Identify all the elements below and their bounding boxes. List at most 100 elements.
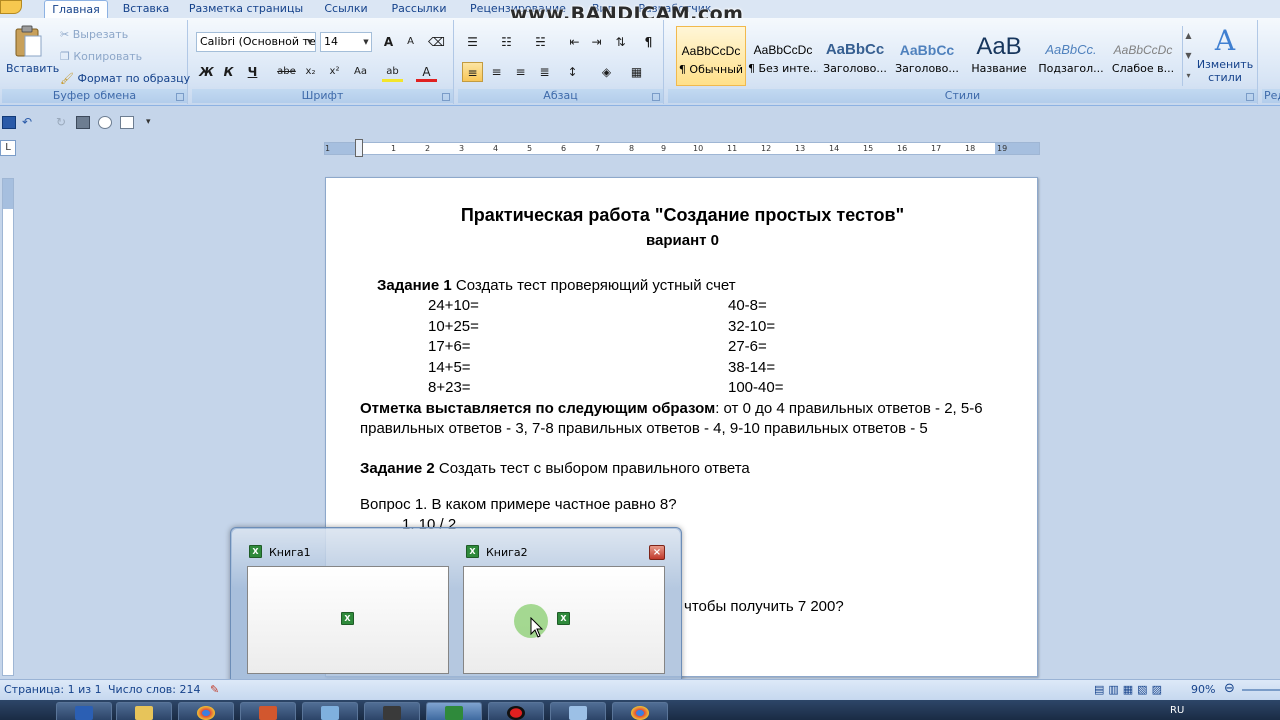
taskbar-app[interactable] <box>550 702 606 720</box>
grading-bold: Отметка выставляется по следующим образо… <box>360 400 716 417</box>
style-subtitle[interactable]: AaBbCc. Подзагол... <box>1036 26 1106 86</box>
page-count[interactable]: Страница: 1 из 1 <box>4 683 102 696</box>
undo-icon[interactable]: ↶ <box>22 116 36 129</box>
style-name: Подзагол... <box>1038 62 1104 75</box>
paragraph-launcher[interactable] <box>652 93 660 101</box>
font-launcher[interactable] <box>442 93 450 101</box>
horizontal-ruler[interactable]: 1 1 2 3 4 5 6 7 8 9 10 11 12 13 14 15 16… <box>324 139 1040 157</box>
sort-button[interactable]: ⇅ <box>610 32 631 52</box>
left-margin-area <box>325 143 359 154</box>
paste-button[interactable]: Вставить <box>6 22 59 86</box>
multilevel-list-button[interactable]: ☵ <box>530 32 551 52</box>
taskbar-excel[interactable] <box>426 702 482 720</box>
redo-icon[interactable]: ↻ <box>56 116 70 129</box>
font-color-button[interactable]: A <box>416 62 437 82</box>
taskbar-word[interactable] <box>56 702 112 720</box>
style-heading2[interactable]: AaBbCc Заголово... <box>892 26 962 86</box>
exercise-left: 10+25= <box>428 318 479 335</box>
tab-home[interactable]: Главная <box>44 0 108 18</box>
word-count[interactable]: Число слов: 214 <box>108 683 201 696</box>
app-icon <box>383 706 401 720</box>
print-preview-icon[interactable] <box>98 116 112 129</box>
save-icon[interactable] <box>2 116 16 129</box>
line-spacing-button[interactable]: ↕ <box>562 62 583 82</box>
strikethrough-button[interactable]: abe <box>276 62 297 82</box>
thumbnail-book2[interactable]: X <box>463 566 665 674</box>
font-size-select[interactable]: 14 ▼ <box>320 32 372 52</box>
align-right-button[interactable]: ≡ <box>510 62 531 82</box>
change-styles-button[interactable]: A Изменить стили <box>1196 24 1254 88</box>
align-left-button[interactable]: ≡ <box>462 62 483 82</box>
zoom-slider[interactable] <box>1242 689 1280 691</box>
font-family-select[interactable]: Calibri (Основной те ▼ <box>196 32 316 52</box>
print-icon[interactable] <box>76 116 90 129</box>
taskbar-recorder[interactable] <box>488 702 544 720</box>
change-case-button[interactable]: Aa <box>350 62 371 82</box>
task1-line: Задание 1 Создать тест проверяющий устны… <box>377 277 736 295</box>
decrease-indent-button[interactable]: ⇤ <box>564 32 585 52</box>
format-painter-button[interactable]: 🖌 Формат по образцу <box>60 72 190 85</box>
first-line-indent-marker[interactable] <box>355 139 363 157</box>
new-document-icon[interactable] <box>120 116 134 129</box>
zoom-out-icon[interactable]: ⊖ <box>1224 681 1235 696</box>
styles-scroll[interactable]: ▲ ▼ ▾ <box>1182 26 1194 86</box>
justify-button[interactable]: ≣ <box>534 62 555 82</box>
styles-launcher[interactable] <box>1246 93 1254 101</box>
align-left-icon: ≡ <box>467 66 478 80</box>
copy-button[interactable]: ❐ Копировать <box>60 50 142 63</box>
subscript-button[interactable]: x₂ <box>300 62 321 82</box>
superscript-button[interactable]: x² <box>324 62 345 82</box>
style-normal[interactable]: AaBbCcDc ¶ Обычный <box>676 26 746 86</box>
start-button[interactable] <box>4 701 42 720</box>
clipboard-launcher[interactable] <box>176 93 184 101</box>
tab-page-layout[interactable]: Разметка страницы <box>186 0 306 18</box>
taskbar-chrome[interactable] <box>612 702 668 720</box>
style-title[interactable]: AaB Название <box>964 26 1034 86</box>
customize-qat-icon[interactable]: ▾ <box>146 116 160 129</box>
office-button[interactable] <box>0 0 22 14</box>
task2-text: Создать тест с выбором правильного ответ… <box>434 460 750 477</box>
language-indicator[interactable]: RU <box>1170 705 1184 716</box>
bold-button[interactable]: Ж <box>196 62 217 82</box>
vertical-ruler[interactable] <box>2 178 14 676</box>
grow-font-button[interactable]: A <box>378 32 399 52</box>
align-center-icon: ≡ <box>491 65 502 79</box>
show-marks-button[interactable]: ¶ <box>638 32 659 52</box>
excel-icon: X <box>341 612 354 625</box>
taskbar-app[interactable] <box>302 702 358 720</box>
numbering-button[interactable]: ☷ <box>496 32 517 52</box>
shading-button[interactable]: ◈ <box>596 62 617 82</box>
proofing-icon[interactable]: ✎ <box>210 683 219 696</box>
underline-button[interactable]: Ч <box>242 62 263 82</box>
borders-button[interactable]: ▦ <box>626 62 647 82</box>
cut-label: Вырезать <box>72 28 129 41</box>
excel-icon: X <box>466 545 479 558</box>
view-buttons[interactable]: ▤▥▦▧▨ <box>1094 683 1166 696</box>
style-subtle-emphasis[interactable]: AaBbCcDc Слабое в... <box>1108 26 1178 86</box>
increase-indent-button[interactable]: ⇥ <box>586 32 607 52</box>
thumbnail-book1[interactable]: X <box>247 566 449 674</box>
tab-insert[interactable]: Вставка <box>118 0 174 18</box>
align-center-button[interactable]: ≡ <box>486 62 507 82</box>
italic-button[interactable]: К <box>218 62 239 82</box>
highlight-button[interactable]: ab <box>382 62 403 82</box>
zoom-level[interactable]: 90% <box>1191 683 1215 696</box>
taskbar-app[interactable] <box>364 702 420 720</box>
taskbar-powerpoint[interactable] <box>240 702 296 720</box>
taskbar-chrome[interactable] <box>178 702 234 720</box>
style-heading1[interactable]: AaBbCc Заголово... <box>820 26 890 86</box>
cut-button[interactable]: ✂ Вырезать <box>60 28 128 41</box>
copy-label: Копировать <box>73 50 143 63</box>
font-group-label: Шрифт <box>192 89 453 103</box>
tab-references[interactable]: Ссылки <box>318 0 374 18</box>
bullets-button[interactable]: ☰ <box>462 32 483 52</box>
clear-format-button[interactable]: ⌫ <box>426 32 447 52</box>
style-no-spacing[interactable]: AaBbCcDc ¶ Без инте... <box>748 26 818 86</box>
styles-group-label: Стили <box>668 89 1257 103</box>
tab-mailings[interactable]: Рассылки <box>386 0 452 18</box>
close-icon[interactable]: × <box>649 545 665 560</box>
shrink-font-button[interactable]: A <box>400 32 421 52</box>
tab-selector[interactable]: L <box>0 140 16 156</box>
chrome-icon <box>197 706 215 720</box>
taskbar-explorer[interactable] <box>116 702 172 720</box>
